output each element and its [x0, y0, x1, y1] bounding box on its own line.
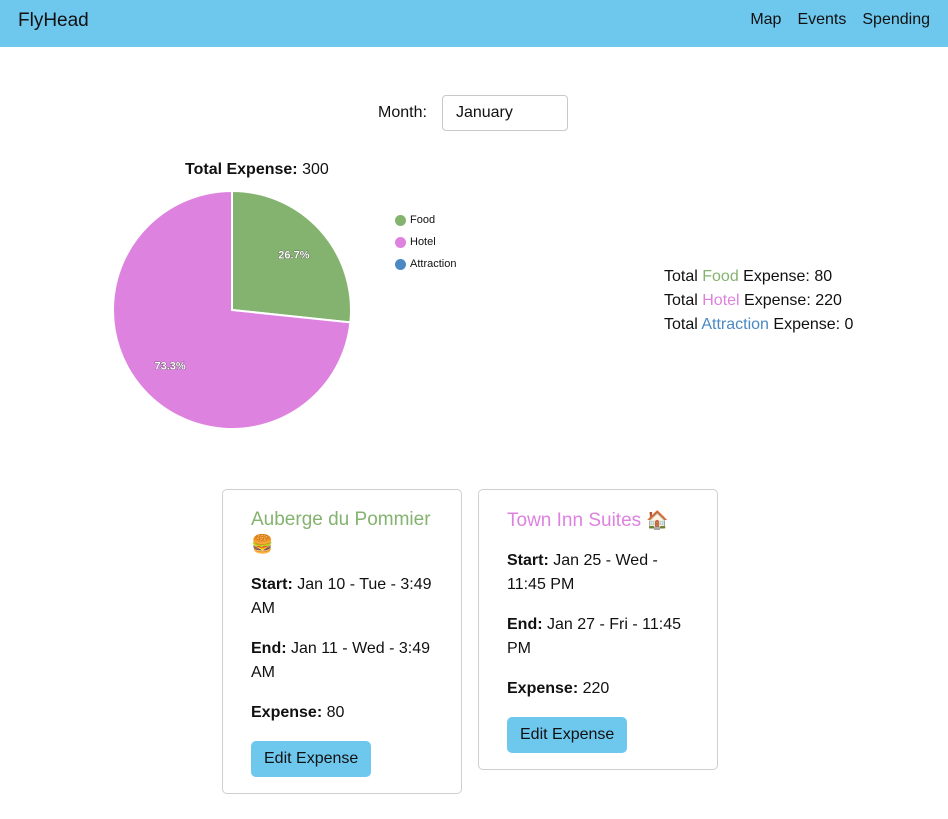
total-expense-value: 300: [302, 161, 329, 178]
total-food-prefix: Total: [664, 268, 703, 285]
total-food-row: Total Food Expense: 80: [664, 265, 853, 289]
edit-expense-button[interactable]: Edit Expense: [507, 717, 628, 753]
card-end: End: Jan 27 - Fri - 11:45 PM: [507, 613, 689, 661]
edit-expense-button[interactable]: Edit Expense: [251, 741, 372, 777]
legend-dot-hotel: [395, 236, 406, 248]
nav-link-events[interactable]: Events: [797, 11, 846, 29]
expense-card: Town Inn Suites 🏠 Start: Jan 25 - Wed - …: [478, 489, 718, 770]
nav-links: Map Events Spending: [750, 11, 930, 29]
pie-label-hotel: 73.3%: [154, 361, 185, 373]
total-food-suffix: Expense: 80: [738, 268, 833, 285]
legend-label-attraction: Attraction: [410, 258, 457, 270]
total-attraction-suffix: Expense: 0: [768, 316, 854, 333]
expense-pie-chart: 26.7% 73.3%: [110, 188, 354, 432]
pie-label-food: 26.7%: [278, 249, 309, 261]
start-label: Start:: [251, 576, 293, 593]
total-hotel-category: Hotel: [702, 292, 740, 309]
expense-card: Auberge du Pommier 🍔 Start: Jan 10 - Tue…: [222, 489, 462, 794]
card-title-text: Town Inn Suites: [507, 510, 642, 531]
legend-item-hotel[interactable]: Hotel: [395, 231, 456, 253]
chart-legend: Food Hotel Attraction: [395, 209, 456, 275]
expense-value: 220: [582, 680, 610, 697]
total-hotel-row: Total Hotel Expense: 220: [664, 289, 853, 313]
total-hotel-suffix: Expense: 220: [739, 292, 842, 309]
expense-value: 80: [326, 704, 345, 721]
card-end: End: Jan 11 - Wed - 3:49 AM: [251, 637, 433, 685]
nav-link-map[interactable]: Map: [750, 11, 781, 29]
brand-logo-text[interactable]: FlyHead: [18, 10, 89, 32]
total-hotel-prefix: Total: [664, 292, 703, 309]
start-label: Start:: [507, 552, 549, 569]
end-label: End:: [251, 640, 287, 657]
total-expense-label: Total Expense:: [185, 161, 298, 178]
total-food-category: Food: [702, 268, 739, 285]
month-filter: Month: January: [0, 95, 947, 131]
total-attraction-prefix: Total: [664, 316, 702, 333]
nav-link-spending[interactable]: Spending: [862, 11, 930, 29]
category-totals: Total Food Expense: 80 Total Hotel Expen…: [664, 265, 853, 337]
card-expense: Expense: 80: [251, 701, 433, 725]
burger-icon: 🍔: [251, 534, 274, 554]
end-label: End:: [507, 616, 543, 633]
total-expense: Total Expense: 300: [185, 161, 329, 179]
month-select[interactable]: January: [441, 95, 568, 131]
total-attraction-row: Total Attraction Expense: 0: [664, 313, 853, 337]
legend-label-food: Food: [410, 214, 436, 226]
card-start: Start: Jan 10 - Tue - 3:49 AM: [251, 573, 433, 621]
expense-label: Expense:: [507, 680, 579, 697]
house-icon: 🏠: [646, 510, 669, 530]
legend-item-food[interactable]: Food: [395, 209, 456, 231]
legend-label-hotel: Hotel: [410, 236, 436, 248]
card-title: Auberge du Pommier 🍔: [251, 508, 433, 557]
expense-label: Expense:: [251, 704, 323, 721]
month-label: Month:: [378, 104, 427, 121]
navbar: FlyHead Map Events Spending: [0, 0, 948, 47]
card-expense: Expense: 220: [507, 677, 689, 701]
legend-item-attraction[interactable]: Attraction: [395, 253, 456, 275]
card-start: Start: Jan 25 - Wed - 11:45 PM: [507, 549, 689, 597]
card-title: Town Inn Suites 🏠: [507, 508, 689, 533]
legend-dot-food: [395, 214, 406, 226]
total-attraction-category: Attraction: [701, 316, 769, 333]
legend-dot-attraction: [395, 258, 406, 270]
card-title-text: Auberge du Pommier: [251, 509, 431, 530]
